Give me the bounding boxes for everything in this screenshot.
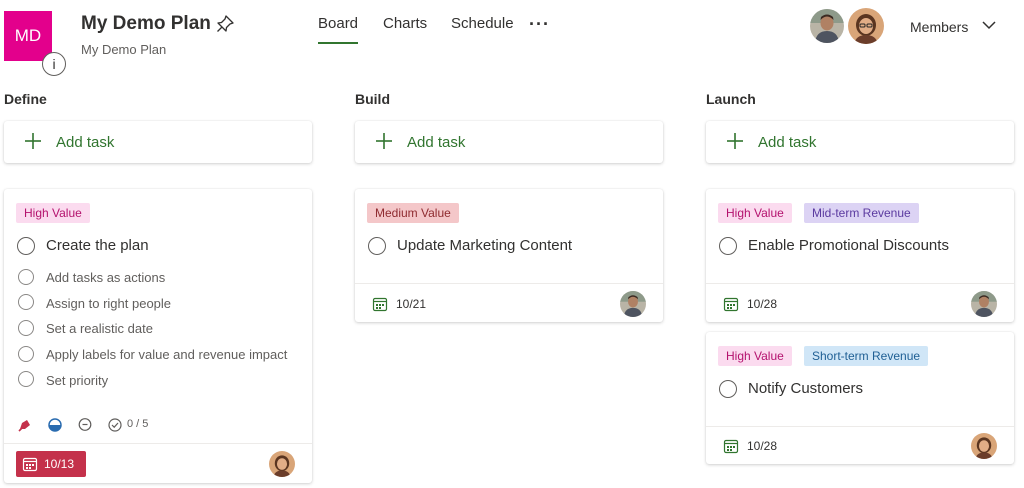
plus-icon [376, 133, 392, 149]
tab-board[interactable]: Board [318, 15, 358, 32]
task-card-notify-customers[interactable]: High Value Short-term Revenue Notify Cus… [706, 332, 1014, 464]
progress-in-progress-icon [48, 418, 62, 432]
tab-schedule[interactable]: Schedule [451, 15, 514, 32]
plan-subtitle: My Demo Plan [81, 42, 167, 57]
bucket-title-define[interactable]: Define [4, 91, 47, 107]
add-task-button-define[interactable]: Add task [4, 121, 312, 163]
member-avatar-1[interactable] [810, 9, 844, 43]
plan-info-button[interactable]: i [42, 52, 66, 76]
checklist-icon [108, 418, 122, 432]
plus-icon [25, 133, 41, 149]
card-divider [706, 283, 1014, 284]
plan-badge[interactable]: MD [4, 11, 52, 61]
assignee-avatar[interactable] [620, 291, 646, 317]
comment-icon [78, 418, 92, 431]
complete-task-checkbox[interactable] [17, 237, 35, 255]
due-date: 10/21 [396, 297, 427, 311]
add-task-button-launch[interactable]: Add task [706, 121, 1014, 163]
label-high-value: High Value [16, 203, 90, 223]
members-label[interactable]: Members [910, 19, 968, 35]
checklist-item-checkbox[interactable] [18, 269, 34, 285]
add-task-button-build[interactable]: Add task [355, 121, 663, 163]
add-task-label: Add task [758, 134, 817, 151]
checklist-item: Set priority [46, 373, 109, 388]
add-task-label: Add task [407, 134, 466, 151]
label-high-value: High Value [718, 346, 792, 366]
due-date: 10/28 [747, 439, 778, 453]
checklist-item-checkbox[interactable] [18, 346, 34, 362]
due-date: 10/13 [44, 457, 75, 471]
task-title: Create the plan [46, 237, 149, 254]
checklist-item: Assign to right people [46, 296, 172, 311]
complete-task-checkbox[interactable] [368, 237, 386, 255]
assignee-avatar[interactable] [971, 291, 997, 317]
checklist-item: Apply labels for value and revenue impac… [46, 347, 288, 362]
pin-icon[interactable] [214, 13, 236, 35]
checklist-item-checkbox[interactable] [18, 371, 34, 387]
checklist-item-checkbox[interactable] [18, 294, 34, 310]
plan-title: My Demo Plan [81, 13, 211, 34]
assignee-avatar[interactable] [971, 433, 997, 459]
plan-badge-initials: MD [14, 26, 42, 45]
tab-charts[interactable]: Charts [383, 15, 427, 32]
calendar-icon [723, 297, 739, 312]
checklist-progress: 0 / 5 [127, 418, 149, 430]
card-divider [355, 283, 663, 284]
complete-task-checkbox[interactable] [719, 237, 737, 255]
bucket-title-build[interactable]: Build [355, 91, 390, 107]
more-options-button[interactable]: ··· [529, 14, 550, 35]
bucket-title-launch[interactable]: Launch [706, 91, 756, 107]
chevron-down-icon[interactable] [981, 17, 997, 33]
checklist-item: Add tasks as actions [46, 270, 166, 285]
assignee-avatar[interactable] [269, 451, 295, 477]
label-mid-term-revenue: Mid-term Revenue [804, 203, 919, 223]
add-task-label: Add task [56, 134, 115, 151]
label-medium-value: Medium Value [367, 203, 459, 223]
checklist-item-checkbox[interactable] [18, 320, 34, 336]
calendar-icon [372, 297, 388, 312]
card-divider [706, 426, 1014, 427]
task-card-enable-promotional-discounts[interactable]: High Value Mid-term Revenue Enable Promo… [706, 189, 1014, 322]
label-high-value: High Value [718, 203, 792, 223]
task-card-create-the-plan[interactable]: High Value Create the plan Add tasks as … [4, 189, 312, 483]
urgent-priority-icon [18, 420, 30, 432]
due-date-badge[interactable]: 10/13 [16, 451, 86, 477]
plus-icon [727, 133, 743, 149]
info-icon: i [52, 56, 56, 72]
calendar-icon [22, 457, 38, 472]
member-avatar-2[interactable] [848, 8, 884, 44]
due-date: 10/28 [747, 297, 778, 311]
checklist-item: Set a realistic date [46, 321, 153, 336]
calendar-icon [723, 439, 739, 454]
label-short-term-revenue: Short-term Revenue [804, 346, 929, 366]
task-title: Update Marketing Content [397, 237, 573, 254]
card-divider [4, 443, 312, 444]
task-card-update-marketing-content[interactable]: Medium Value Update Marketing Content 10… [355, 189, 663, 322]
active-tab-indicator [318, 42, 358, 44]
task-title: Notify Customers [748, 380, 864, 397]
task-title: Enable Promotional Discounts [748, 237, 949, 254]
complete-task-checkbox[interactable] [719, 380, 737, 398]
